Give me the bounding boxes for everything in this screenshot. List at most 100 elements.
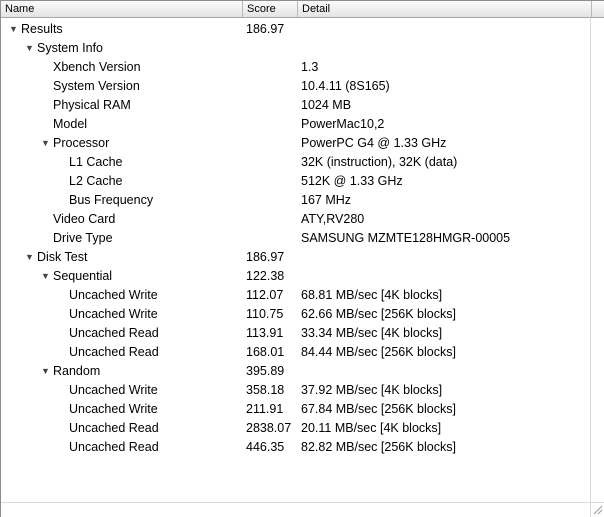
row-name-label: Video Card <box>53 212 116 226</box>
row-score-cell: 113.91 <box>246 326 284 340</box>
row-score-cell: 112.07 <box>246 288 284 302</box>
outline-row[interactable]: Uncached Write 358.18 37.92 MB/sec [4K blo… <box>1 381 590 400</box>
outline-row[interactable]: System Version 10.4.11 (8S165) <box>1 77 590 96</box>
column-header-detail[interactable]: Detail <box>298 1 591 17</box>
row-name-cell: ▼ System Info <box>25 39 103 58</box>
row-name-label: Uncached Read <box>69 345 159 359</box>
row-name-cell: System Version <box>53 77 140 96</box>
outline-row[interactable]: L1 Cache 32K (instruction), 32K (data) <box>1 153 590 172</box>
row-detail-cell: 167 MHz <box>301 193 352 207</box>
row-name-label: Model <box>53 117 88 131</box>
row-name-cell: ▼ Disk Test <box>25 248 87 267</box>
row-name-label: L1 Cache <box>69 155 123 169</box>
row-score-cell: 358.18 <box>246 383 285 397</box>
row-name-cell: Drive Type <box>53 229 113 248</box>
row-name-label: System Version <box>53 79 140 93</box>
row-detail-cell: 512K @ 1.33 GHz <box>301 174 403 188</box>
row-detail-cell: 84.44 MB/sec [256K blocks] <box>301 345 456 359</box>
results-outline-view: Name Score Detail ▼ Results 186.97 ▼ System … <box>0 0 604 517</box>
row-detail-cell: 1.3 <box>301 60 319 74</box>
outline-row[interactable]: ▼ Sequential 122.38 <box>1 267 590 286</box>
row-name-label: Disk Test <box>37 250 88 264</box>
outline-row[interactable]: ▼ Disk Test 186.97 <box>1 248 590 267</box>
outline-row[interactable]: Xbench Version 1.3 <box>1 58 590 77</box>
row-name-label: Processor <box>53 136 110 150</box>
row-detail-cell: ATY,RV280 <box>301 212 365 226</box>
row-name-label: Random <box>53 364 101 378</box>
outline-rows: ▼ Results 186.97 ▼ System Info Xbench Version… <box>1 20 590 457</box>
row-detail-cell: 67.84 MB/sec [256K blocks] <box>301 402 456 416</box>
row-name-label: Uncached Read <box>69 440 159 454</box>
row-detail-cell: SAMSUNG MZMTE128HMGR-00005 <box>301 231 511 245</box>
outline-row[interactable]: ▼ Processor PowerPC G4 @ 1.33 GHz <box>1 134 590 153</box>
row-name-cell: Model <box>53 115 87 134</box>
resize-grip-icon[interactable] <box>590 502 604 517</box>
outline-row[interactable]: ▼ Random 395.89 <box>1 362 590 381</box>
row-name-cell: Uncached Write <box>69 400 158 419</box>
outline-row[interactable]: Drive Type SAMSUNG MZMTE128HMGR-00005 <box>1 229 590 248</box>
outline-row[interactable]: Physical RAM 1024 MB <box>1 96 590 115</box>
row-name-cell: ▼ Processor <box>41 134 109 153</box>
outline-row[interactable]: Uncached Write 110.75 62.66 MB/sec [256K b… <box>1 305 590 324</box>
row-name-cell: Bus Frequency <box>69 191 153 210</box>
row-detail-cell: 82.82 MB/sec [256K blocks] <box>301 440 456 454</box>
row-name-cell: Uncached Read <box>69 419 159 438</box>
row-detail-cell: PowerMac10,2 <box>301 117 385 131</box>
column-header-score[interactable]: Score <box>243 1 298 17</box>
vertical-scrollbar[interactable] <box>590 18 604 502</box>
row-name-cell: Uncached Read <box>69 324 159 343</box>
disclosure-triangle-icon[interactable]: ▼ <box>25 248 37 267</box>
row-detail-cell: 62.66 MB/sec [256K blocks] <box>301 307 456 321</box>
row-name-label: System Info <box>37 41 103 55</box>
row-score-cell: 395.89 <box>246 364 285 378</box>
row-name-label: Uncached Read <box>69 326 159 340</box>
row-score-cell: 186.97 <box>246 250 285 264</box>
row-detail-cell: 68.81 MB/sec [4K blocks] <box>301 288 443 302</box>
row-name-label: Results <box>21 22 63 36</box>
outline-row[interactable]: Video Card ATY,RV280 <box>1 210 590 229</box>
outline-row[interactable]: Uncached Read 113.91 33.34 MB/sec [4K bloc… <box>1 324 590 343</box>
row-name-label: Uncached Write <box>69 307 158 321</box>
row-detail-cell: 37.92 MB/sec [4K blocks] <box>301 383 443 397</box>
outline-row[interactable]: ▼ Results 186.97 <box>1 20 590 39</box>
row-name-cell: L2 Cache <box>69 172 123 191</box>
column-header-bar: Name Score Detail <box>1 1 591 18</box>
horizontal-scrollbar[interactable] <box>1 502 590 517</box>
outline-row[interactable]: Bus Frequency 167 MHz <box>1 191 590 210</box>
disclosure-triangle-icon[interactable]: ▼ <box>9 20 21 39</box>
row-name-label: Physical RAM <box>53 98 131 112</box>
outline-row[interactable]: L2 Cache 512K @ 1.33 GHz <box>1 172 590 191</box>
row-detail-cell: 33.34 MB/sec [4K blocks] <box>301 326 443 340</box>
disclosure-triangle-icon[interactable]: ▼ <box>41 362 53 381</box>
outline-row[interactable]: Uncached Read 168.01 84.44 MB/sec [256K bl… <box>1 343 590 362</box>
outline-row[interactable]: Uncached Write 112.07 68.81 MB/sec [4K blo… <box>1 286 590 305</box>
row-score-cell: 211.91 <box>246 402 284 416</box>
row-score-cell: 168.01 <box>246 345 285 359</box>
row-score-cell: 110.75 <box>246 307 284 321</box>
row-name-cell: ▼ Results <box>9 20 63 39</box>
outline-row[interactable]: Uncached Read 446.35 82.82 MB/sec [256K bl… <box>1 438 590 457</box>
column-header-name[interactable]: Name <box>1 1 243 17</box>
disclosure-triangle-icon[interactable]: ▼ <box>41 134 53 153</box>
row-detail-cell: 20.11 MB/sec [4K blocks] <box>301 421 442 435</box>
row-name-label: Uncached Write <box>69 383 158 397</box>
outline-row[interactable]: Uncached Read 2838.07 20.11 MB/sec [4K blo… <box>1 419 590 438</box>
outline-row[interactable]: ▼ System Info <box>1 39 590 58</box>
header-corner <box>591 1 604 18</box>
disclosure-triangle-icon[interactable]: ▼ <box>25 39 37 58</box>
disclosure-triangle-icon[interactable]: ▼ <box>41 267 53 286</box>
outline-row[interactable]: Uncached Write 211.91 67.84 MB/sec [256K b… <box>1 400 590 419</box>
row-name-cell: ▼ Sequential <box>41 267 112 286</box>
row-name-cell: Uncached Write <box>69 305 158 324</box>
row-detail-cell: 32K (instruction), 32K (data) <box>301 155 458 169</box>
row-name-label: Xbench Version <box>53 60 141 74</box>
row-name-cell: Uncached Write <box>69 286 158 305</box>
row-name-cell: Video Card <box>53 210 115 229</box>
outline-row[interactable]: Model PowerMac10,2 <box>1 115 590 134</box>
row-name-cell: ▼ Random <box>41 362 100 381</box>
row-score-cell: 122.38 <box>246 269 285 283</box>
row-detail-cell: 10.4.11 (8S165) <box>301 79 390 93</box>
row-score-cell: 2838.07 <box>246 421 292 435</box>
row-name-cell: Xbench Version <box>53 58 141 77</box>
row-name-label: Uncached Read <box>69 421 159 435</box>
